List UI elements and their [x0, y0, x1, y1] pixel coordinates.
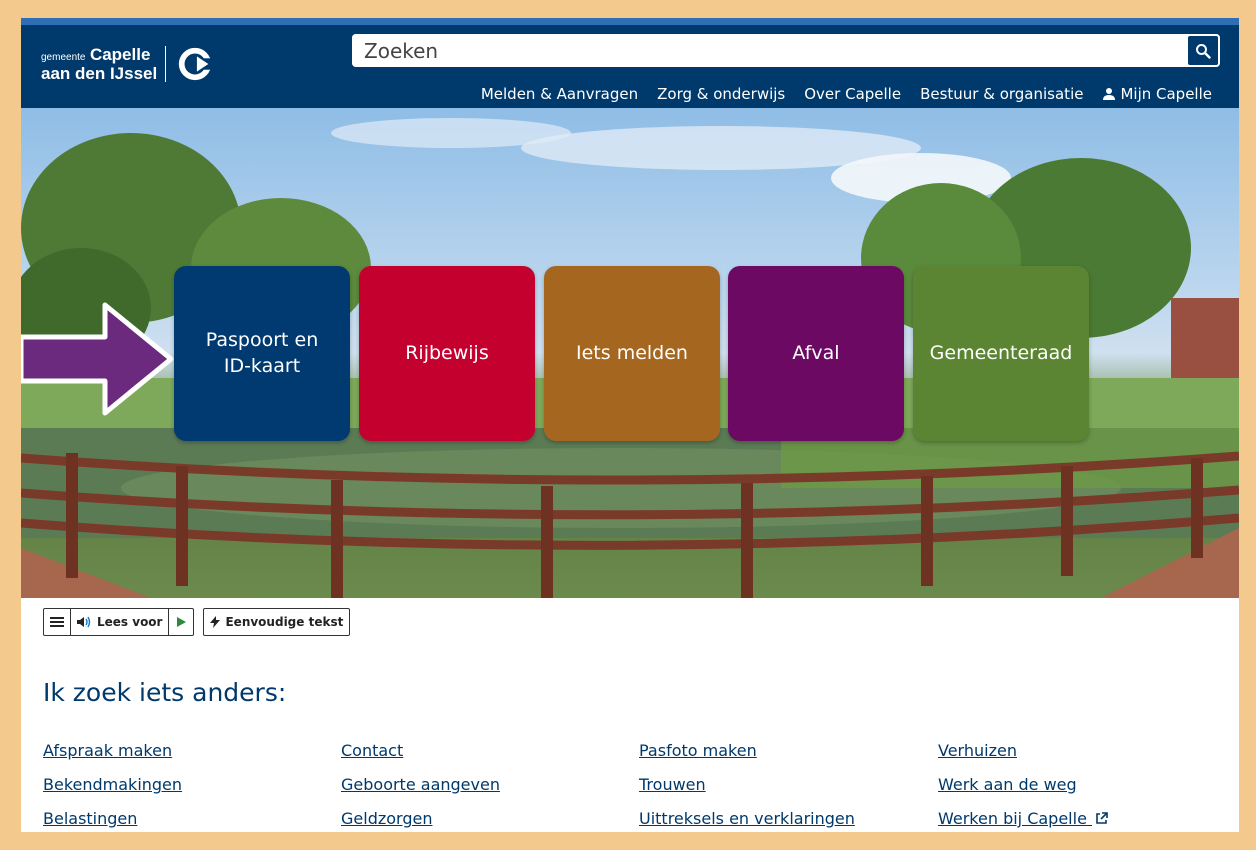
highlight-arrow-icon — [21, 302, 174, 416]
link-belastingen[interactable]: Belastingen — [43, 808, 341, 830]
tile-label: Iets melden — [576, 341, 688, 364]
link-trouwen[interactable]: Trouwen — [639, 774, 938, 796]
read-aloud-label: Lees voor — [97, 615, 163, 629]
tile-label: Rijbewijs — [405, 341, 489, 364]
play-button[interactable] — [169, 609, 193, 635]
tile-afval[interactable]: Afval — [728, 266, 904, 441]
nav-over-capelle[interactable]: Over Capelle — [804, 85, 901, 103]
site-logo[interactable]: gemeente Capelle aan den IJssel — [41, 45, 215, 83]
logo-mark-icon — [179, 47, 215, 81]
link-bekendmakingen[interactable]: Bekendmakingen — [43, 774, 341, 796]
logo-divider — [165, 46, 167, 82]
user-icon — [1103, 88, 1116, 100]
link-werken-bij-capelle[interactable]: Werken bij Capelle — [938, 808, 1223, 830]
search-button[interactable] — [1186, 34, 1220, 67]
simple-text-button[interactable]: Eenvoudige tekst — [204, 609, 349, 635]
hero-banner: Paspoort en ID-kaart Rijbewijs Iets meld… — [21, 108, 1239, 598]
tile-gemeenteraad[interactable]: Gemeenteraad — [913, 266, 1089, 441]
link-afspraak-maken[interactable]: Afspraak maken — [43, 740, 341, 762]
link-verhuizen[interactable]: Verhuizen — [938, 740, 1223, 762]
nav-bestuur-organisatie[interactable]: Bestuur & organisatie — [920, 85, 1083, 103]
link-pasfoto-maken[interactable]: Pasfoto maken — [639, 740, 938, 762]
logo-line2: aan den IJssel — [41, 64, 158, 83]
nav-zorg-onderwijs[interactable]: Zorg & onderwijs — [657, 85, 785, 103]
link-uittreksels-verklaringen[interactable]: Uittreksels en verklaringen — [639, 808, 938, 830]
menu-icon — [50, 617, 64, 627]
search-bar — [352, 34, 1220, 67]
menu-button[interactable] — [44, 609, 71, 635]
logo-name: Capelle — [89, 45, 151, 64]
read-aloud-group: Lees voor — [43, 608, 195, 636]
section-title: Ik zoek iets anders: — [43, 678, 287, 707]
nav-melden-aanvragen[interactable]: Melden & Aanvragen — [481, 85, 638, 103]
tile-label: Afval — [792, 341, 840, 364]
simple-text-label: Eenvoudige tekst — [225, 615, 344, 629]
link-contact[interactable]: Contact — [341, 740, 639, 762]
tile-iets-melden[interactable]: Iets melden — [544, 266, 720, 441]
link-werk-aan-de-weg[interactable]: Werk aan de weg — [938, 774, 1223, 796]
readspeaker-toolbar: Lees voor Eenvoudige tekst — [43, 608, 351, 636]
link-werken-bij-capelle-label: Werken bij Capelle — [938, 809, 1087, 828]
tile-rijbewijs[interactable]: Rijbewijs — [359, 266, 535, 441]
play-icon — [177, 617, 187, 627]
logo-text: gemeente Capelle aan den IJssel — [41, 46, 157, 82]
external-link-icon — [1096, 812, 1108, 824]
read-aloud-button[interactable]: Lees voor — [71, 609, 170, 635]
tile-label: Paspoort en ID-kaart — [205, 328, 319, 377]
simple-text-group: Eenvoudige tekst — [203, 608, 351, 636]
link-geldzorgen[interactable]: Geldzorgen — [341, 808, 639, 830]
lightning-icon — [210, 616, 221, 628]
logo-small-text: gemeente — [41, 52, 86, 63]
quick-links: Afspraak maken Contact Pasfoto maken Ver… — [43, 740, 1223, 830]
tile-label: Gemeenteraad — [929, 341, 1073, 364]
main-nav: Melden & Aanvragen Zorg & onderwijs Over… — [462, 85, 1212, 103]
nav-mijn-capelle-label: Mijn Capelle — [1120, 85, 1212, 103]
search-input[interactable] — [352, 34, 1186, 67]
link-geboorte-aangeven[interactable]: Geboorte aangeven — [341, 774, 639, 796]
site-header: gemeente Capelle aan den IJssel Melden &… — [21, 18, 1239, 108]
nav-mijn-capelle[interactable]: Mijn Capelle — [1102, 85, 1212, 103]
tile-paspoort-id-kaart[interactable]: Paspoort en ID-kaart — [174, 266, 350, 441]
page-frame: gemeente Capelle aan den IJssel Melden &… — [21, 18, 1239, 832]
speaker-icon — [77, 616, 91, 628]
search-icon — [1196, 43, 1211, 59]
